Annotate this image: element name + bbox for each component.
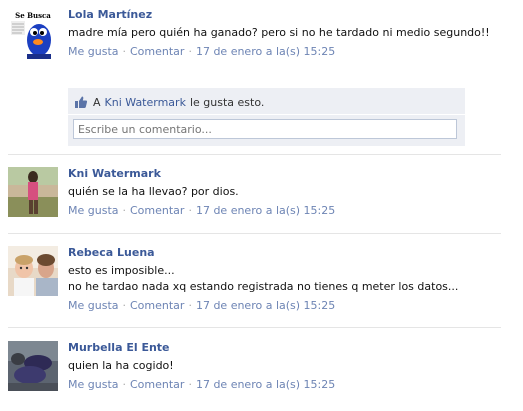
divider [8,154,501,155]
post-meta: Me gusta · Comentar · 17 de enero a la(s) 15… [68,45,513,59]
post-text: esto es imposible... no he tardao nada x… [68,264,459,293]
post-meta: Me gusta · Comentar · 17 de enero a la(s) 15… [68,204,513,218]
like-link[interactable]: Me gusta [68,45,119,58]
feed-post: Murbella El Ente quien la ha cogido! Me … [0,341,523,396]
divider [8,233,501,234]
post-author[interactable]: Lola Martínez [68,8,513,22]
liker-link[interactable]: Kni Watermark [105,96,186,109]
avatar[interactable] [8,167,58,217]
divider [68,114,465,115]
separator: · [188,378,192,391]
timestamp[interactable]: 17 de enero a la(s) 15:25 [196,45,335,58]
comment-link[interactable]: Comentar [130,45,184,58]
post-author[interactable]: Rebeca Luena [68,246,513,260]
separator: · [122,378,127,391]
timestamp[interactable]: 17 de enero a la(s) 15:25 [196,299,335,312]
separator: · [122,204,127,217]
post-meta: Me gusta · Comentar · 17 de enero a la(s) 15… [68,378,513,392]
separator: · [122,299,127,312]
likes-box: A Kni Watermark le gusta esto. [68,88,465,146]
comment-link[interactable]: Comentar [130,299,184,312]
comment-input[interactable] [73,119,457,139]
like-link[interactable]: Me gusta [68,299,119,312]
post-author[interactable]: Murbella El Ente [68,341,513,355]
thumbs-up-icon [75,96,88,108]
like-link[interactable]: Me gusta [68,378,119,391]
avatar-caption: Se Busca [15,11,51,20]
comment-link[interactable]: Comentar [130,378,184,391]
likes-summary: A Kni Watermark le gusta esto. [74,94,264,110]
post-author[interactable]: Kni Watermark [68,167,513,181]
avatar[interactable]: Se Busca [8,10,58,60]
separator: · [188,45,192,58]
timestamp[interactable]: 17 de enero a la(s) 15:25 [196,204,335,217]
avatar[interactable] [8,246,58,296]
separator: · [122,45,127,58]
divider [8,327,501,328]
separator: · [188,299,192,312]
comment-link[interactable]: Comentar [130,204,184,217]
feed-post: Kni Watermark quién se la ha llevao? por… [0,167,523,222]
post-text: quien la ha cogido! [68,359,174,372]
post-text: madre mía pero quién ha ganado? pero si … [68,26,490,39]
likes-prefix: A [93,95,101,109]
avatar[interactable] [8,341,58,391]
post-text: quién se la ha llevao? por dios. [68,185,239,198]
timestamp[interactable]: 17 de enero a la(s) 15:25 [196,378,335,391]
feed-post: Se Busca Lola Martínez madre mía pero qu… [0,8,523,148]
like-link[interactable]: Me gusta [68,204,119,217]
post-meta: Me gusta · Comentar · 17 de enero a la(s) 15… [68,299,513,313]
likes-suffix: le gusta esto. [189,95,265,109]
feed-post: Rebeca Luena esto es imposible... no he … [0,246,523,316]
separator: · [188,204,192,217]
